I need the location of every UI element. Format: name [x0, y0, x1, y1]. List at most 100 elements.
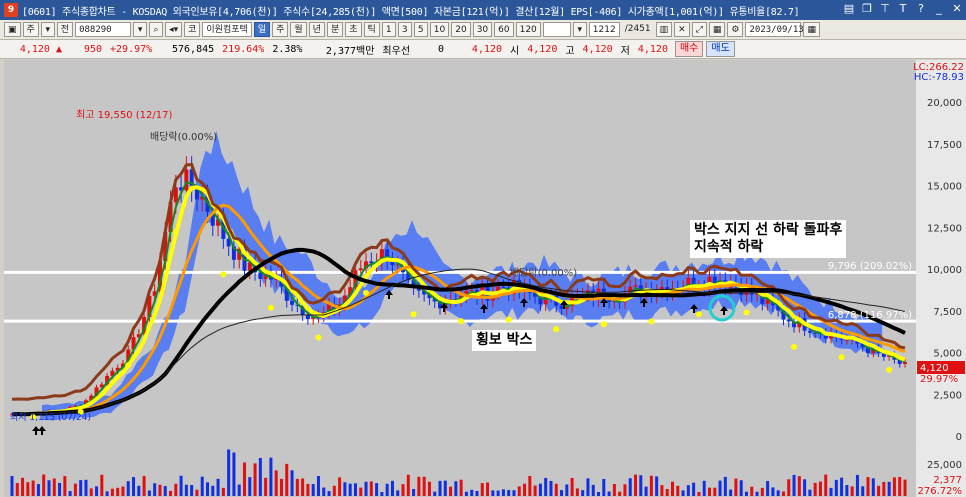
volume-bar — [697, 491, 701, 496]
volume-bar — [771, 487, 775, 496]
volume-bar — [660, 485, 664, 496]
stock-code-input[interactable]: 088290 — [75, 22, 132, 37]
volume-bar — [311, 484, 315, 496]
volume-bar — [422, 476, 426, 496]
volume-tick-label: 25,000 — [927, 460, 962, 471]
candle-body — [807, 330, 812, 333]
volume-bar — [718, 480, 722, 496]
period-day[interactable]: 일 — [253, 22, 271, 37]
restore-icon[interactable]: ❐ — [860, 2, 874, 16]
chart-area[interactable]: 20,000 17,500 15,000 12,500 10,000 7,500 5,000… — [4, 60, 966, 497]
breakdown-annotation: 박스 지지 선 하락 돌파후 지속적 하락 — [690, 220, 847, 258]
buy-button[interactable]: 매수 — [674, 41, 704, 57]
pin-icon[interactable]: ⊤ — [878, 2, 892, 16]
minute-10[interactable]: 10 — [429, 22, 450, 37]
ko-button[interactable]: 코 — [184, 22, 201, 37]
minute-5[interactable]: 5 — [413, 22, 428, 37]
volume-bar — [190, 484, 194, 496]
volume-bar — [58, 482, 62, 496]
volume-bar — [739, 480, 743, 496]
volume-bar — [163, 486, 167, 496]
count-input[interactable]: 1212 — [588, 22, 620, 37]
turnover: 2.38% — [272, 43, 303, 55]
candle-body — [633, 285, 638, 287]
help-icon[interactable]: ? — [914, 2, 928, 16]
volume-bar — [570, 477, 574, 496]
dropdown-icon[interactable]: ▾ — [40, 22, 55, 37]
y-tick-label: 5,000 — [933, 349, 962, 360]
signal-dot — [410, 311, 417, 318]
minute-30[interactable]: 30 — [472, 22, 493, 37]
price-chart[interactable]: 20,000 17,500 15,000 12,500 10,000 7,500 5,000… — [4, 60, 966, 497]
volume-bar — [242, 462, 246, 496]
signal-dot — [553, 326, 560, 333]
period-month[interactable]: 월 — [290, 22, 307, 37]
minute-60[interactable]: 60 — [494, 22, 514, 37]
minute-3[interactable]: 3 — [397, 22, 412, 37]
volume-bar — [676, 485, 680, 496]
signal-dot — [125, 362, 132, 369]
volume-bar — [221, 487, 225, 496]
minute-1[interactable]: 1 — [381, 22, 396, 37]
ju-button[interactable]: 주 — [22, 22, 39, 37]
volume-bar — [227, 449, 231, 496]
volume-bar — [443, 480, 447, 496]
window-list-icon[interactable]: ▤ — [842, 2, 856, 16]
trade-amount: 2,377백만 — [325, 45, 375, 57]
low-label: 저 — [620, 45, 630, 57]
minimize-icon[interactable]: _ — [932, 2, 946, 16]
close-icon[interactable]: ✕ — [950, 2, 964, 16]
volume-bar — [781, 491, 785, 496]
custom-period-input[interactable] — [542, 22, 571, 37]
volume-bar — [855, 474, 859, 496]
zoom-icon[interactable]: ⤢ — [691, 22, 707, 37]
volume-bar — [523, 483, 527, 496]
minute-20[interactable]: 20 — [451, 22, 471, 37]
bar-chart-icon[interactable]: ▥ — [655, 22, 673, 37]
volume-bar — [544, 477, 548, 496]
text-icon[interactable]: T — [896, 2, 910, 16]
search-icon[interactable]: ⌕ — [149, 22, 164, 37]
volume: 576,845 — [172, 43, 215, 55]
period-minute[interactable]: 분 — [326, 22, 344, 37]
custom-dropdown-icon[interactable]: ▾ — [572, 22, 587, 37]
volume-bar — [792, 474, 796, 496]
signal-dot — [267, 304, 274, 311]
candle-body — [559, 305, 564, 309]
save-icon[interactable]: ▦ — [708, 22, 726, 37]
volume-bar — [121, 486, 125, 496]
code-dropdown-icon[interactable]: ▾ — [133, 22, 148, 37]
period-year[interactable]: 년 — [308, 22, 325, 37]
jeon-button[interactable]: 전 — [56, 22, 74, 37]
sell-button[interactable]: 매도 — [706, 41, 735, 57]
volume-bar — [269, 457, 273, 496]
calendar-icon[interactable]: ▦ — [803, 22, 820, 37]
signal-dot — [600, 321, 607, 328]
volume-bar — [723, 476, 727, 496]
volume-bar — [153, 483, 157, 496]
volume-bar — [95, 486, 99, 496]
volume-bar — [644, 486, 648, 496]
settings-icon[interactable]: ⚙ — [727, 22, 744, 37]
priority-price: 4,120 — [471, 43, 503, 55]
minute-120[interactable]: 120 — [515, 22, 541, 37]
y-tick-label: 7,500 — [933, 307, 962, 318]
period-tick[interactable]: 틱 — [363, 22, 380, 37]
period-week[interactable]: 주 — [272, 22, 289, 37]
volume-bar — [528, 475, 532, 496]
crosshair-icon[interactable]: ✕ — [674, 22, 690, 37]
y-tick-label: 2,500 — [933, 390, 962, 401]
sound-icon[interactable]: ◂▾ — [165, 22, 183, 37]
dividend-label-2: 배당락(0.00%) — [510, 267, 577, 279]
period-second[interactable]: 초 — [345, 22, 362, 37]
volume-bar — [692, 482, 696, 496]
layout-icon[interactable]: ▣ — [4, 22, 21, 37]
date-input[interactable]: 2023/09/13 — [745, 22, 804, 37]
volume-bar — [253, 463, 257, 496]
volume-bar — [607, 491, 611, 496]
volume-bar — [126, 481, 130, 496]
stock-name: 이원컴포텍 — [202, 22, 252, 37]
volume-bar — [353, 483, 357, 496]
volume-bar — [63, 476, 67, 496]
candle-body — [501, 286, 506, 288]
